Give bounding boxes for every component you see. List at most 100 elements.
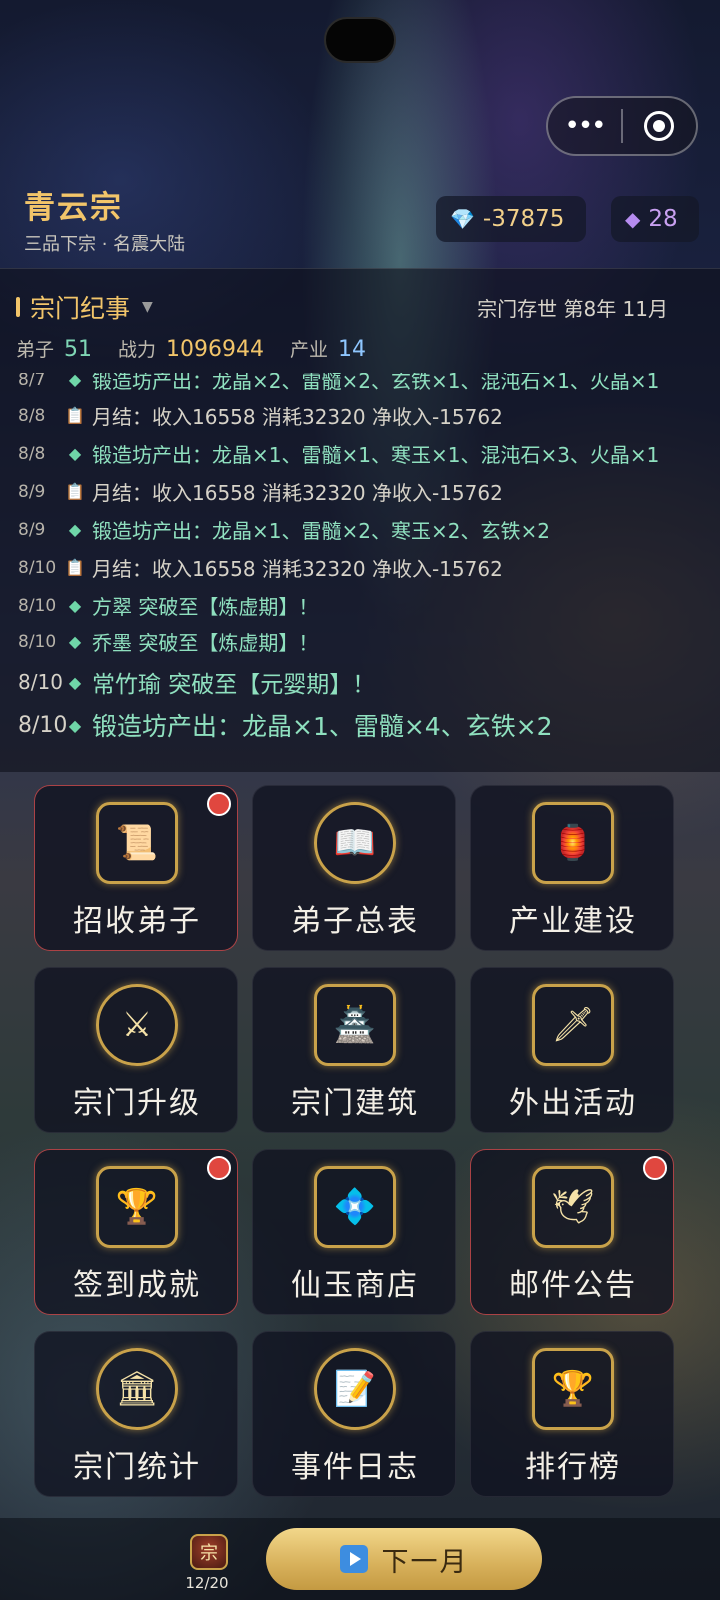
card-label: 邮件公告 bbox=[509, 1268, 637, 1303]
stat-label-industry: 产业 bbox=[290, 339, 329, 361]
clipboard-icon: 📋 bbox=[65, 558, 85, 577]
industry-cauldron-icon: 🏮 bbox=[532, 802, 614, 884]
sect-statistics-button[interactable]: 🏛 宗门统计 bbox=[34, 1331, 238, 1497]
recruit-disciples-button[interactable]: 📜 招收弟子 bbox=[34, 785, 238, 951]
log-date: 8/10 bbox=[18, 595, 57, 616]
chronicle-title[interactable]: 宗门纪事 ▼ bbox=[16, 289, 153, 325]
card-label: 仙玉商店 bbox=[291, 1268, 419, 1303]
sect-age: 宗门存世 第8年 11月 bbox=[477, 297, 668, 321]
leaderboard-button[interactable]: 🏆 排行榜 bbox=[470, 1331, 674, 1497]
sect-buildings-button[interactable]: 🏯 宗门建筑 bbox=[252, 967, 456, 1133]
log-entry: 8/10 ◆ 乔墨 突破至【炼虚期】！ bbox=[0, 627, 720, 656]
next-month-label: 下一月 bbox=[381, 1546, 469, 1578]
log-date: 8/8 bbox=[18, 405, 46, 426]
target-icon[interactable] bbox=[623, 111, 696, 141]
log-text: 方翠 突破至【炼虚期】！ bbox=[92, 595, 319, 619]
sect-building-icon: 🏯 bbox=[314, 984, 396, 1066]
diamond-bullet-icon: ◆ bbox=[68, 373, 82, 389]
jade-shop-icon: 💠 bbox=[314, 1166, 396, 1248]
mail-bird-icon: 🕊 bbox=[532, 1166, 614, 1248]
checkin-achievements-button[interactable]: 🏆 签到成就 bbox=[34, 1149, 238, 1315]
play-icon bbox=[339, 1545, 368, 1573]
event-log-button[interactable]: 📝 事件日志 bbox=[252, 1331, 456, 1497]
sect-chronicle-panel: 宗门纪事 ▼ 宗门存世 第8年 11月 弟子 51 战力 1096944 产业 … bbox=[0, 268, 720, 772]
diamond-bullet-icon: ◆ bbox=[68, 520, 82, 539]
log-date: 8/9 bbox=[18, 519, 46, 540]
log-text: 月结：收入16558 消耗32320 净收入-15762 bbox=[92, 557, 503, 581]
recruit-scroll-icon: 📜 bbox=[96, 802, 178, 884]
card-label: 签到成就 bbox=[73, 1268, 201, 1303]
gem-balance[interactable]: 💎 -37875 bbox=[436, 196, 586, 242]
log-entry: 8/9 ◆ 锻造坊产出：龙晶×1、雷髓×2、寒玉×2、玄铁×2 bbox=[0, 515, 720, 544]
stat-label-disciples: 弟子 bbox=[16, 339, 55, 361]
log-date: 8/10 bbox=[18, 557, 57, 578]
sect-stats: 弟子 51 战力 1096944 产业 14 bbox=[16, 335, 392, 362]
chronicle-log[interactable]: 8/7 ◆ 锻造坊产出：龙晶×2、雷髓×2、玄铁×1、混沌石×1、火晶×1 8/… bbox=[0, 373, 720, 773]
log-entry: 8/10 ◆ 常竹瑜 突破至【元婴期】！ bbox=[0, 665, 720, 699]
card-label: 弟子总表 bbox=[291, 904, 419, 939]
jade-shop-button[interactable]: 💠 仙玉商店 bbox=[252, 1149, 456, 1315]
log-text: 锻造坊产出：龙晶×2、雷髓×2、玄铁×1、混沌石×1、火晶×1 bbox=[92, 373, 660, 393]
sect-subtitle: 三品下宗 · 名震大陆 bbox=[24, 234, 186, 255]
log-entry: 8/8 ◆ 锻造坊产出：龙晶×1、雷髓×1、寒玉×1、混沌石×3、火晶×1 bbox=[0, 439, 720, 468]
log-text: 月结：收入16558 消耗32320 净收入-15762 bbox=[92, 405, 503, 429]
log-date: 8/9 bbox=[18, 481, 46, 502]
log-entry: 8/10 ◆ 方翠 突破至【炼虚期】！ bbox=[0, 591, 720, 620]
log-entry: 8/8 📋 月结：收入16558 消耗32320 净收入-15762 bbox=[0, 401, 720, 430]
stat-value-disciples: 51 bbox=[64, 337, 93, 362]
sect-upgrade-button[interactable]: ⚔ 宗门升级 bbox=[34, 967, 238, 1133]
log-text: 月结：收入16558 消耗32320 净收入-15762 bbox=[92, 481, 503, 505]
clipboard-icon: 📋 bbox=[65, 482, 85, 501]
stat-value-industry: 14 bbox=[338, 337, 367, 362]
notification-dot bbox=[207, 792, 231, 816]
action-count: 12/20 bbox=[185, 1574, 229, 1592]
log-entry: 8/10 📋 月结：收入16558 消耗32320 净收入-15762 bbox=[0, 553, 720, 582]
card-label: 产业建设 bbox=[509, 904, 637, 939]
title-accent-bar bbox=[16, 297, 20, 317]
card-label: 招收弟子 bbox=[73, 904, 201, 939]
sect-upgrade-icon: ⚔ bbox=[96, 984, 178, 1066]
log-entry: 8/10 ◆ 锻造坊产出：龙晶×1、雷髓×4、玄铁×2 bbox=[0, 707, 720, 743]
outing-sword-icon: 🗡 bbox=[532, 984, 614, 1066]
sect-emblem-icon[interactable]: 宗 bbox=[190, 1534, 228, 1570]
camera-notch bbox=[324, 17, 396, 63]
log-text: 锻造坊产出：龙晶×1、雷髓×4、玄铁×2 bbox=[92, 712, 553, 741]
log-text: 锻造坊产出：龙晶×1、雷髓×1、寒玉×1、混沌石×3、火晶×1 bbox=[92, 443, 660, 467]
leaderboard-trophy-icon: 🏆 bbox=[532, 1348, 614, 1430]
purple-gem-icon: ◆ bbox=[625, 207, 641, 231]
diamond-icon: 💎 bbox=[450, 207, 475, 231]
sect-stats-icon: 🏛 bbox=[96, 1348, 178, 1430]
next-month-button[interactable]: 下一月 bbox=[266, 1528, 542, 1590]
card-label: 宗门建筑 bbox=[291, 1086, 419, 1121]
log-entry: 8/7 ◆ 锻造坊产出：龙晶×2、雷髓×2、玄铁×1、混沌石×1、火晶×1 bbox=[0, 373, 720, 394]
clipboard-icon: 📋 bbox=[65, 406, 85, 425]
disciple-roster-button[interactable]: 📖 弟子总表 bbox=[252, 785, 456, 951]
log-text: 锻造坊产出：龙晶×1、雷髓×2、寒玉×2、玄铁×2 bbox=[92, 519, 550, 543]
diamond-bullet-icon: ◆ bbox=[68, 672, 82, 692]
diamond-bullet-icon: ◆ bbox=[68, 632, 82, 651]
log-date: 8/10 bbox=[18, 670, 63, 694]
log-text: 常竹瑜 突破至【元婴期】！ bbox=[92, 672, 376, 698]
mail-notice-button[interactable]: 🕊 邮件公告 bbox=[470, 1149, 674, 1315]
diamond-bullet-icon: ◆ bbox=[68, 715, 82, 735]
chevron-down-icon[interactable]: ▼ bbox=[142, 299, 153, 315]
disciple-book-icon: 📖 bbox=[314, 802, 396, 884]
jade-value: 28 bbox=[648, 206, 678, 232]
card-label: 排行榜 bbox=[525, 1450, 621, 1485]
log-date: 8/10 bbox=[18, 631, 57, 652]
notification-dot bbox=[207, 1156, 231, 1180]
outing-activity-button[interactable]: 🗡 外出活动 bbox=[470, 967, 674, 1133]
log-date: 8/10 bbox=[18, 712, 68, 738]
industry-build-button[interactable]: 🏮 产业建设 bbox=[470, 785, 674, 951]
log-entry: 8/9 📋 月结：收入16558 消耗32320 净收入-15762 bbox=[0, 477, 720, 506]
log-date: 8/7 bbox=[18, 373, 46, 390]
gem-value: -37875 bbox=[482, 206, 565, 232]
mini-program-capsule: ••• bbox=[546, 96, 698, 156]
event-log-icon: 📝 bbox=[314, 1348, 396, 1430]
more-dots-icon[interactable]: ••• bbox=[548, 113, 621, 139]
jade-balance[interactable]: ◆ 28 bbox=[611, 196, 699, 242]
diamond-bullet-icon: ◆ bbox=[68, 596, 82, 615]
card-label: 宗门统计 bbox=[73, 1450, 201, 1485]
log-text: 乔墨 突破至【炼虚期】！ bbox=[92, 631, 319, 655]
card-label: 事件日志 bbox=[291, 1450, 419, 1485]
